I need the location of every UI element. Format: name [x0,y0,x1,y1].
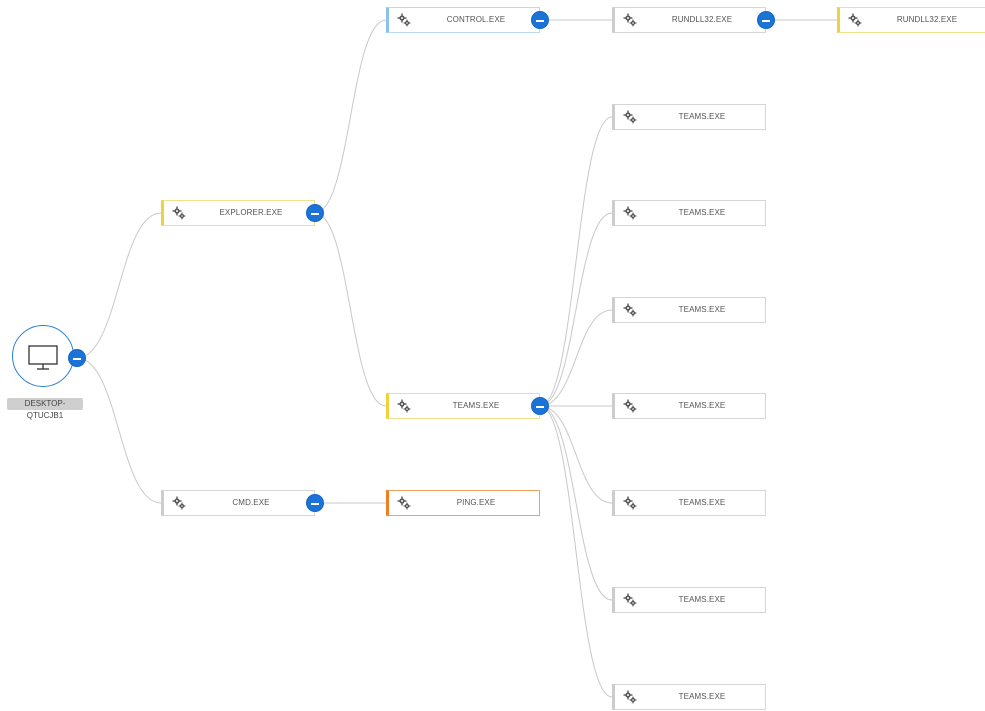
process-gear-icon [172,496,186,510]
process-node-teams[interactable]: TEAMS.EXE [386,393,540,419]
edge-layer [76,19,837,698]
collapse-toggle-control[interactable] [531,11,549,29]
process-node-teams5[interactable]: TEAMS.EXE [612,490,766,516]
edge-root-cmd [76,357,162,504]
process-label: TEAMS.EXE [678,692,726,701]
process-label: TEAMS.EXE [678,112,726,121]
process-gear-icon [623,399,637,413]
root-host-label: DESKTOP-QTUCJB1 [7,398,83,420]
edge-explorer-teams [314,212,387,407]
process-label: RUNDLL32.EXE [896,15,958,24]
process-gear-icon [623,593,637,607]
collapse-toggle-cmd[interactable] [306,494,324,512]
edge-teams-teams3 [539,309,613,407]
process-label: PING.EXE [456,498,496,507]
process-node-rundll32a[interactable]: RUNDLL32.EXE [612,7,766,33]
process-label: RUNDLL32.EXE [671,15,733,24]
root-host-node[interactable] [12,325,74,387]
collapse-toggle-explorer[interactable] [306,204,324,222]
edge-teams-teams1 [539,116,613,407]
process-node-teams1[interactable]: TEAMS.EXE [612,104,766,130]
collapse-toggle-teams[interactable] [531,397,549,415]
process-gear-icon [397,13,411,27]
process-node-cmd[interactable]: CMD.EXE [161,490,315,516]
process-label: TEAMS.EXE [452,401,500,410]
edge-teams-teams7 [539,405,613,698]
process-gear-icon [623,110,637,124]
process-label: TEAMS.EXE [678,208,726,217]
edge-explorer-control [314,19,387,214]
process-node-teams3[interactable]: TEAMS.EXE [612,297,766,323]
process-node-control[interactable]: CONTROL.EXE [386,7,540,33]
edge-teams-teams6 [539,405,613,601]
process-gear-icon [623,496,637,510]
process-gear-icon [623,13,637,27]
process-label: TEAMS.EXE [678,305,726,314]
process-label: TEAMS.EXE [678,401,726,410]
edge-teams-teams2 [539,212,613,407]
collapse-toggle-rundll32a[interactable] [757,11,775,29]
collapse-toggle-root[interactable] [68,349,86,367]
process-gear-icon [848,13,862,27]
process-label: TEAMS.EXE [678,498,726,507]
process-gear-icon [623,303,637,317]
process-label: TEAMS.EXE [678,595,726,604]
process-node-rundll32b[interactable]: RUNDLL32.EXE [837,7,985,33]
process-label: EXPLORER.EXE [219,208,283,217]
process-node-explorer[interactable]: EXPLORER.EXE [161,200,315,226]
process-gear-icon [397,399,411,413]
edge-teams-teams5 [539,405,613,504]
process-gear-icon [623,690,637,704]
process-gear-icon [623,206,637,220]
process-label: CMD.EXE [232,498,270,507]
process-node-teams6[interactable]: TEAMS.EXE [612,587,766,613]
process-node-teams4[interactable]: TEAMS.EXE [612,393,766,419]
process-label: CONTROL.EXE [446,15,506,24]
process-node-teams2[interactable]: TEAMS.EXE [612,200,766,226]
process-node-teams7[interactable]: TEAMS.EXE [612,684,766,710]
process-gear-icon [172,206,186,220]
edge-root-explorer [76,212,162,359]
process-node-ping[interactable]: PING.EXE [386,490,540,516]
process-gear-icon [397,496,411,510]
monitor-icon [27,344,58,370]
